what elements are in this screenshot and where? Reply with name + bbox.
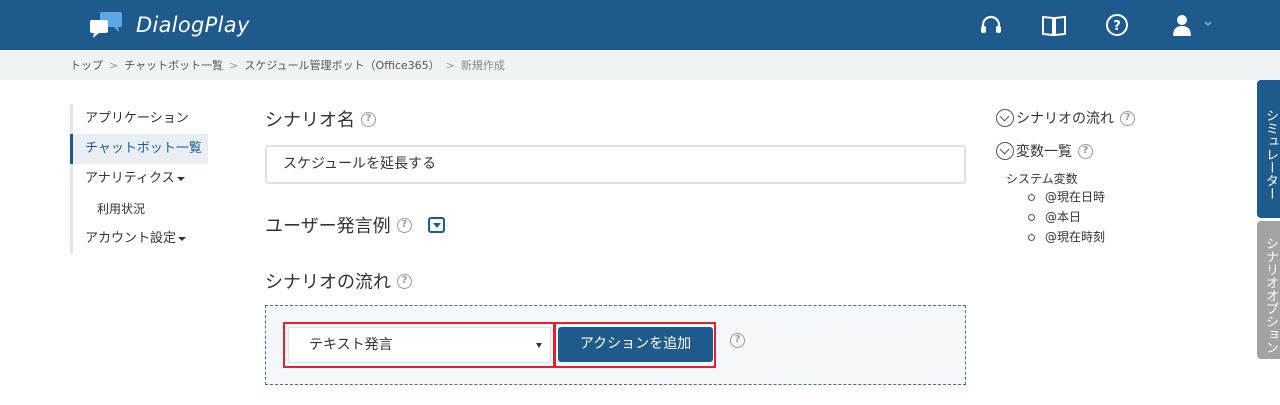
sidebar-item-applications[interactable]: アプリケーション: [70, 104, 210, 134]
headset-icon[interactable]: [978, 12, 1004, 38]
flow-section-label: シナリオの流れ: [1016, 111, 1114, 127]
chat-bubbles-icon: [88, 10, 124, 40]
caret-down-icon: [176, 176, 185, 181]
app-logo[interactable]: DialogPlay: [88, 10, 250, 40]
sidebar-item-label: アカウント設定: [85, 231, 177, 246]
breadcrumb-separator: >: [109, 58, 119, 72]
action-type-value: テキスト発言: [309, 337, 393, 353]
breadcrumb-link-top[interactable]: トップ: [70, 57, 103, 73]
user-utterance-label: ユーザー発言例: [265, 216, 391, 237]
scenario-name-heading: シナリオ名 ?: [265, 106, 376, 132]
help-icon[interactable]: ?: [1078, 143, 1093, 159]
dropdown-arrow-icon: [536, 343, 542, 348]
svg-text:?: ?: [1113, 19, 1121, 34]
help-icon[interactable]: ?: [1120, 110, 1135, 126]
sidebar-item-analytics[interactable]: アナリティクス: [70, 164, 210, 194]
breadcrumb-link-chatbots[interactable]: チャットボット一覧: [124, 57, 223, 73]
system-vars-title: システム変数: [1006, 172, 1078, 186]
caret-down-icon: [178, 236, 187, 241]
scenario-name-input[interactable]: スケジュールを延長する: [265, 145, 966, 184]
circle-chevron-down-icon: [996, 109, 1014, 127]
sidebar-item-label: チャットボット一覧: [85, 141, 202, 156]
scenario-option-tab[interactable]: シナリオオプション: [1257, 221, 1280, 359]
circle-chevron-down-icon: [996, 142, 1014, 160]
logo-text: DialogPlay: [136, 13, 250, 37]
scenario-flow-heading: シナリオの流れ ?: [265, 268, 412, 294]
scenario-flow-label: シナリオの流れ: [265, 272, 391, 293]
user-menu[interactable]: [1170, 12, 1216, 38]
sidebar-item-label: アナリティクス: [85, 171, 175, 186]
sidebar-item-usage[interactable]: 利用状況: [70, 194, 210, 224]
sidebar-nav: アプリケーション チャットボット一覧 アナリティクス 利用状況 アカウント設定: [70, 104, 210, 254]
help-icon[interactable]: ?: [361, 111, 376, 127]
help-icon[interactable]: ?: [397, 273, 412, 289]
simulator-tab[interactable]: シミュレーター: [1257, 80, 1280, 218]
flow-section-toggle[interactable]: シナリオの流れ ?: [996, 108, 1196, 128]
sidebar-item-label: 利用状況: [97, 202, 146, 216]
vars-section-label: 変数一覧: [1016, 144, 1072, 160]
system-vars-list: @現在日時 @本日 @現在時刻: [1028, 187, 1196, 247]
list-item: @現在時刻: [1028, 227, 1196, 247]
scenario-name-value: スケジュールを延長する: [283, 156, 437, 172]
help-circle-icon[interactable]: ?: [1104, 12, 1130, 38]
breadcrumb-separator: >: [445, 58, 455, 72]
help-icon[interactable]: ?: [730, 333, 745, 348]
breadcrumb: トップ > チャットボット一覧 > スケジュール管理ボット（Office365）…: [0, 50, 1280, 80]
breadcrumb-separator: >: [229, 58, 239, 72]
breadcrumb-link-bot[interactable]: スケジュール管理ボット（Office365）: [244, 57, 439, 73]
sidebar-item-label: アプリケーション: [85, 111, 189, 126]
sidebar-item-account-settings[interactable]: アカウント設定: [70, 224, 210, 254]
expand-toggle-icon[interactable]: [427, 217, 445, 233]
list-item: @現在日時: [1028, 187, 1196, 207]
list-item: @本日: [1028, 207, 1196, 227]
action-type-select[interactable]: テキスト発言: [288, 327, 551, 363]
scenario-name-label: シナリオ名: [265, 110, 355, 131]
book-icon[interactable]: [1041, 12, 1067, 38]
top-navbar: DialogPlay ?: [0, 0, 1280, 50]
sidebar-item-chatbots[interactable]: チャットボット一覧: [70, 134, 208, 164]
add-action-button[interactable]: アクションを追加: [558, 327, 713, 362]
user-utterance-heading: ユーザー発言例 ?: [265, 212, 445, 238]
breadcrumb-current: 新規作成: [460, 59, 505, 72]
vars-section-toggle[interactable]: 変数一覧 ?: [996, 141, 1196, 161]
right-panel: シナリオの流れ ? 変数一覧 ? システム変数 @現在日時 @本日 @現在時刻: [996, 108, 1196, 247]
help-icon[interactable]: ?: [396, 217, 412, 233]
